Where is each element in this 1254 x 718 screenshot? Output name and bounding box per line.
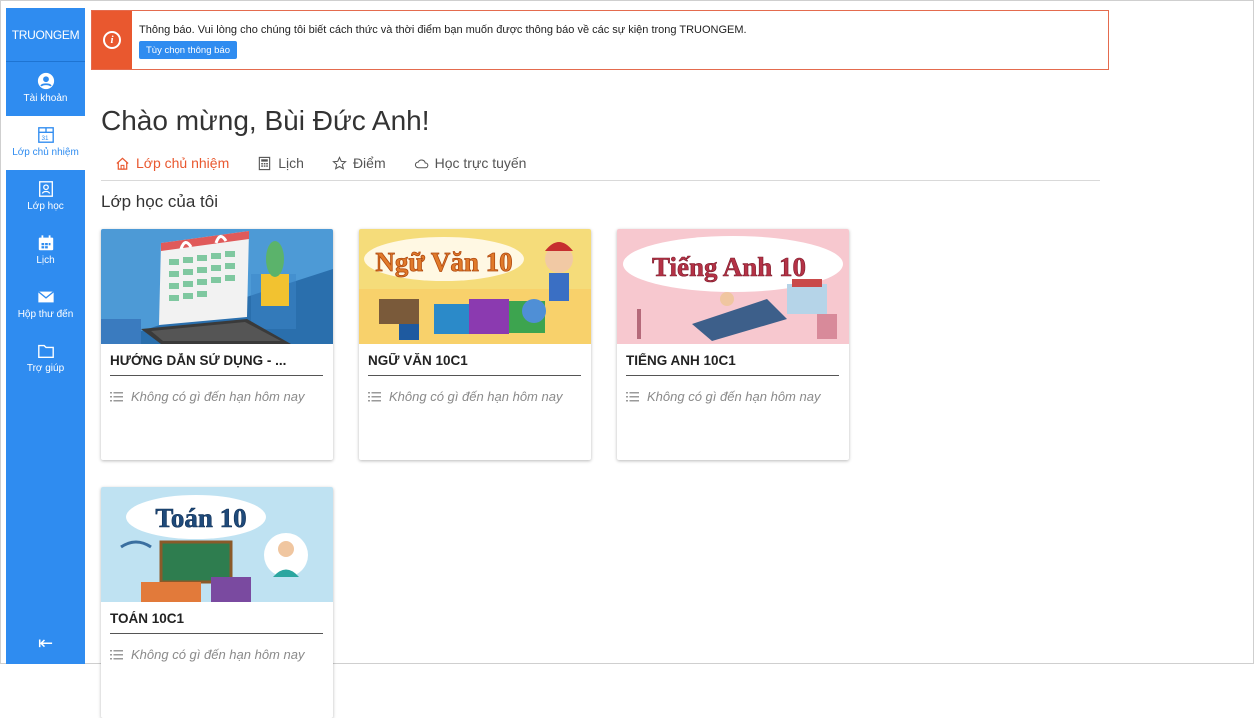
class-card-name: HƯỚNG DẪN SỬ DỤNG - ... <box>110 353 323 376</box>
sidebar-item-label: Lớp học <box>27 201 64 212</box>
sidebar-item-inbox[interactable]: Hộp thư đến <box>6 278 85 332</box>
class-card-image: Ngữ Văn 10 <box>359 229 591 344</box>
sidebar-item-class[interactable]: Lớp học <box>6 170 85 224</box>
section-heading: Lớp học của tôi <box>101 192 218 211</box>
class-card-banner-text: Tiếng Anh 10 <box>652 252 806 282</box>
list-icon <box>110 391 123 401</box>
class-card-image: Toán 10 <box>101 487 333 602</box>
class-card-name: TOÁN 10C1 <box>110 611 323 634</box>
sidebar-item-label: Trợ giúp <box>26 363 65 374</box>
class-card-due: Không có gì đến hạn hôm nay <box>368 389 562 404</box>
list-icon <box>110 649 123 659</box>
class-card-due-text: Không có gì đến hạn hôm nay <box>131 647 305 662</box>
folder-icon <box>37 344 54 358</box>
class-card-name: TIẾNG ANH 10C1 <box>626 353 839 376</box>
tab-calendar[interactable]: Lịch <box>257 150 304 176</box>
class-card-tieng-anh[interactable]: Tiếng Anh 10 TIẾNG ANH 10C1 Không có gì … <box>617 229 849 460</box>
tab-online-learning[interactable]: Học trực tuyến <box>414 150 527 176</box>
cloud-icon <box>414 159 428 168</box>
sidebar-item-label: Hộp thư đến <box>17 309 74 320</box>
sidebar-item-label: Lịch <box>36 255 55 266</box>
calculator-icon <box>259 156 271 170</box>
class-icon <box>38 181 53 197</box>
list-icon <box>626 391 639 401</box>
tab-grades[interactable]: Điểm <box>332 150 386 176</box>
sidebar-item-help[interactable]: Trợ giúp <box>6 332 85 386</box>
notification-icon-box: i <box>92 11 132 69</box>
tab-bar: Lớp chủ nhiệm Lịch Điểm Học trực tuyến <box>101 150 1100 181</box>
sidebar: TRUONGEM Tài khoản 31 Lớp chủ nhiệm Lớp … <box>6 8 85 664</box>
class-card-due-text: Không có gì đến hạn hôm nay <box>389 389 563 404</box>
sidebar-item-account[interactable]: Tài khoản <box>6 62 85 116</box>
list-icon <box>368 391 381 401</box>
class-card-due-text: Không có gì đến hạn hôm nay <box>131 389 305 404</box>
sidebar-item-calendar[interactable]: Lịch <box>6 224 85 278</box>
sidebar-item-homeroom[interactable]: 31 Lớp chủ nhiệm <box>6 116 85 170</box>
svg-text:31: 31 <box>41 135 49 142</box>
sidebar-item-label: Lớp chủ nhiệm <box>12 147 79 158</box>
calendar-icon <box>38 235 53 251</box>
class-card-due: Không có gì đến hạn hôm nay <box>110 389 304 404</box>
tab-label: Lịch <box>278 155 304 171</box>
class-card-name: NGỮ VĂN 10C1 <box>368 353 581 376</box>
class-card-image: Tiếng Anh 10 <box>617 229 849 344</box>
class-card-due-text: Không có gì đến hạn hôm nay <box>647 389 821 404</box>
class-card-due: Không có gì đến hạn hôm nay <box>110 647 304 662</box>
tab-homeroom[interactable]: Lớp chủ nhiệm <box>101 150 229 176</box>
tab-label: Điểm <box>352 155 386 171</box>
account-icon <box>37 72 54 90</box>
class-card-image <box>101 229 333 344</box>
home-icon <box>116 157 129 170</box>
class-card-toan[interactable]: Toán 10 TOÁN 10C1 Không có gì đến hạn hô… <box>101 487 333 718</box>
page-title: Chào mừng, Bùi Đức Anh! <box>101 105 430 136</box>
sidebar-item-label: Tài khoản <box>23 93 68 104</box>
notification-banner: i Thông báo. Vui lòng cho chúng tôi biết… <box>91 10 1109 70</box>
notification-options-button[interactable]: Tùy chọn thông báo <box>139 41 237 59</box>
class-card-banner-text: Toán 10 <box>155 503 246 533</box>
mail-icon <box>37 291 54 303</box>
collapse-sidebar-icon[interactable]: ⇤ <box>6 633 85 654</box>
tab-label: Lớp chủ nhiệm <box>136 155 230 171</box>
homeroom-icon: 31 <box>37 127 54 143</box>
notification-text: Thông báo. Vui lòng cho chúng tôi biết c… <box>139 24 747 36</box>
brand-logo[interactable]: TRUONGEM <box>6 8 85 62</box>
star-icon <box>332 155 347 170</box>
class-card-due: Không có gì đến hạn hôm nay <box>626 389 820 404</box>
info-icon: i <box>103 31 121 49</box>
class-card-guide[interactable]: HƯỚNG DẪN SỬ DỤNG - ... Không có gì đến … <box>101 229 333 460</box>
tab-label: Học trực tuyến <box>434 155 527 171</box>
class-card-banner-text: Ngữ Văn 10 <box>375 247 512 277</box>
class-card-ngu-van[interactable]: Ngữ Văn 10 NGỮ VĂN 10C1 Không có gì đến … <box>359 229 591 460</box>
